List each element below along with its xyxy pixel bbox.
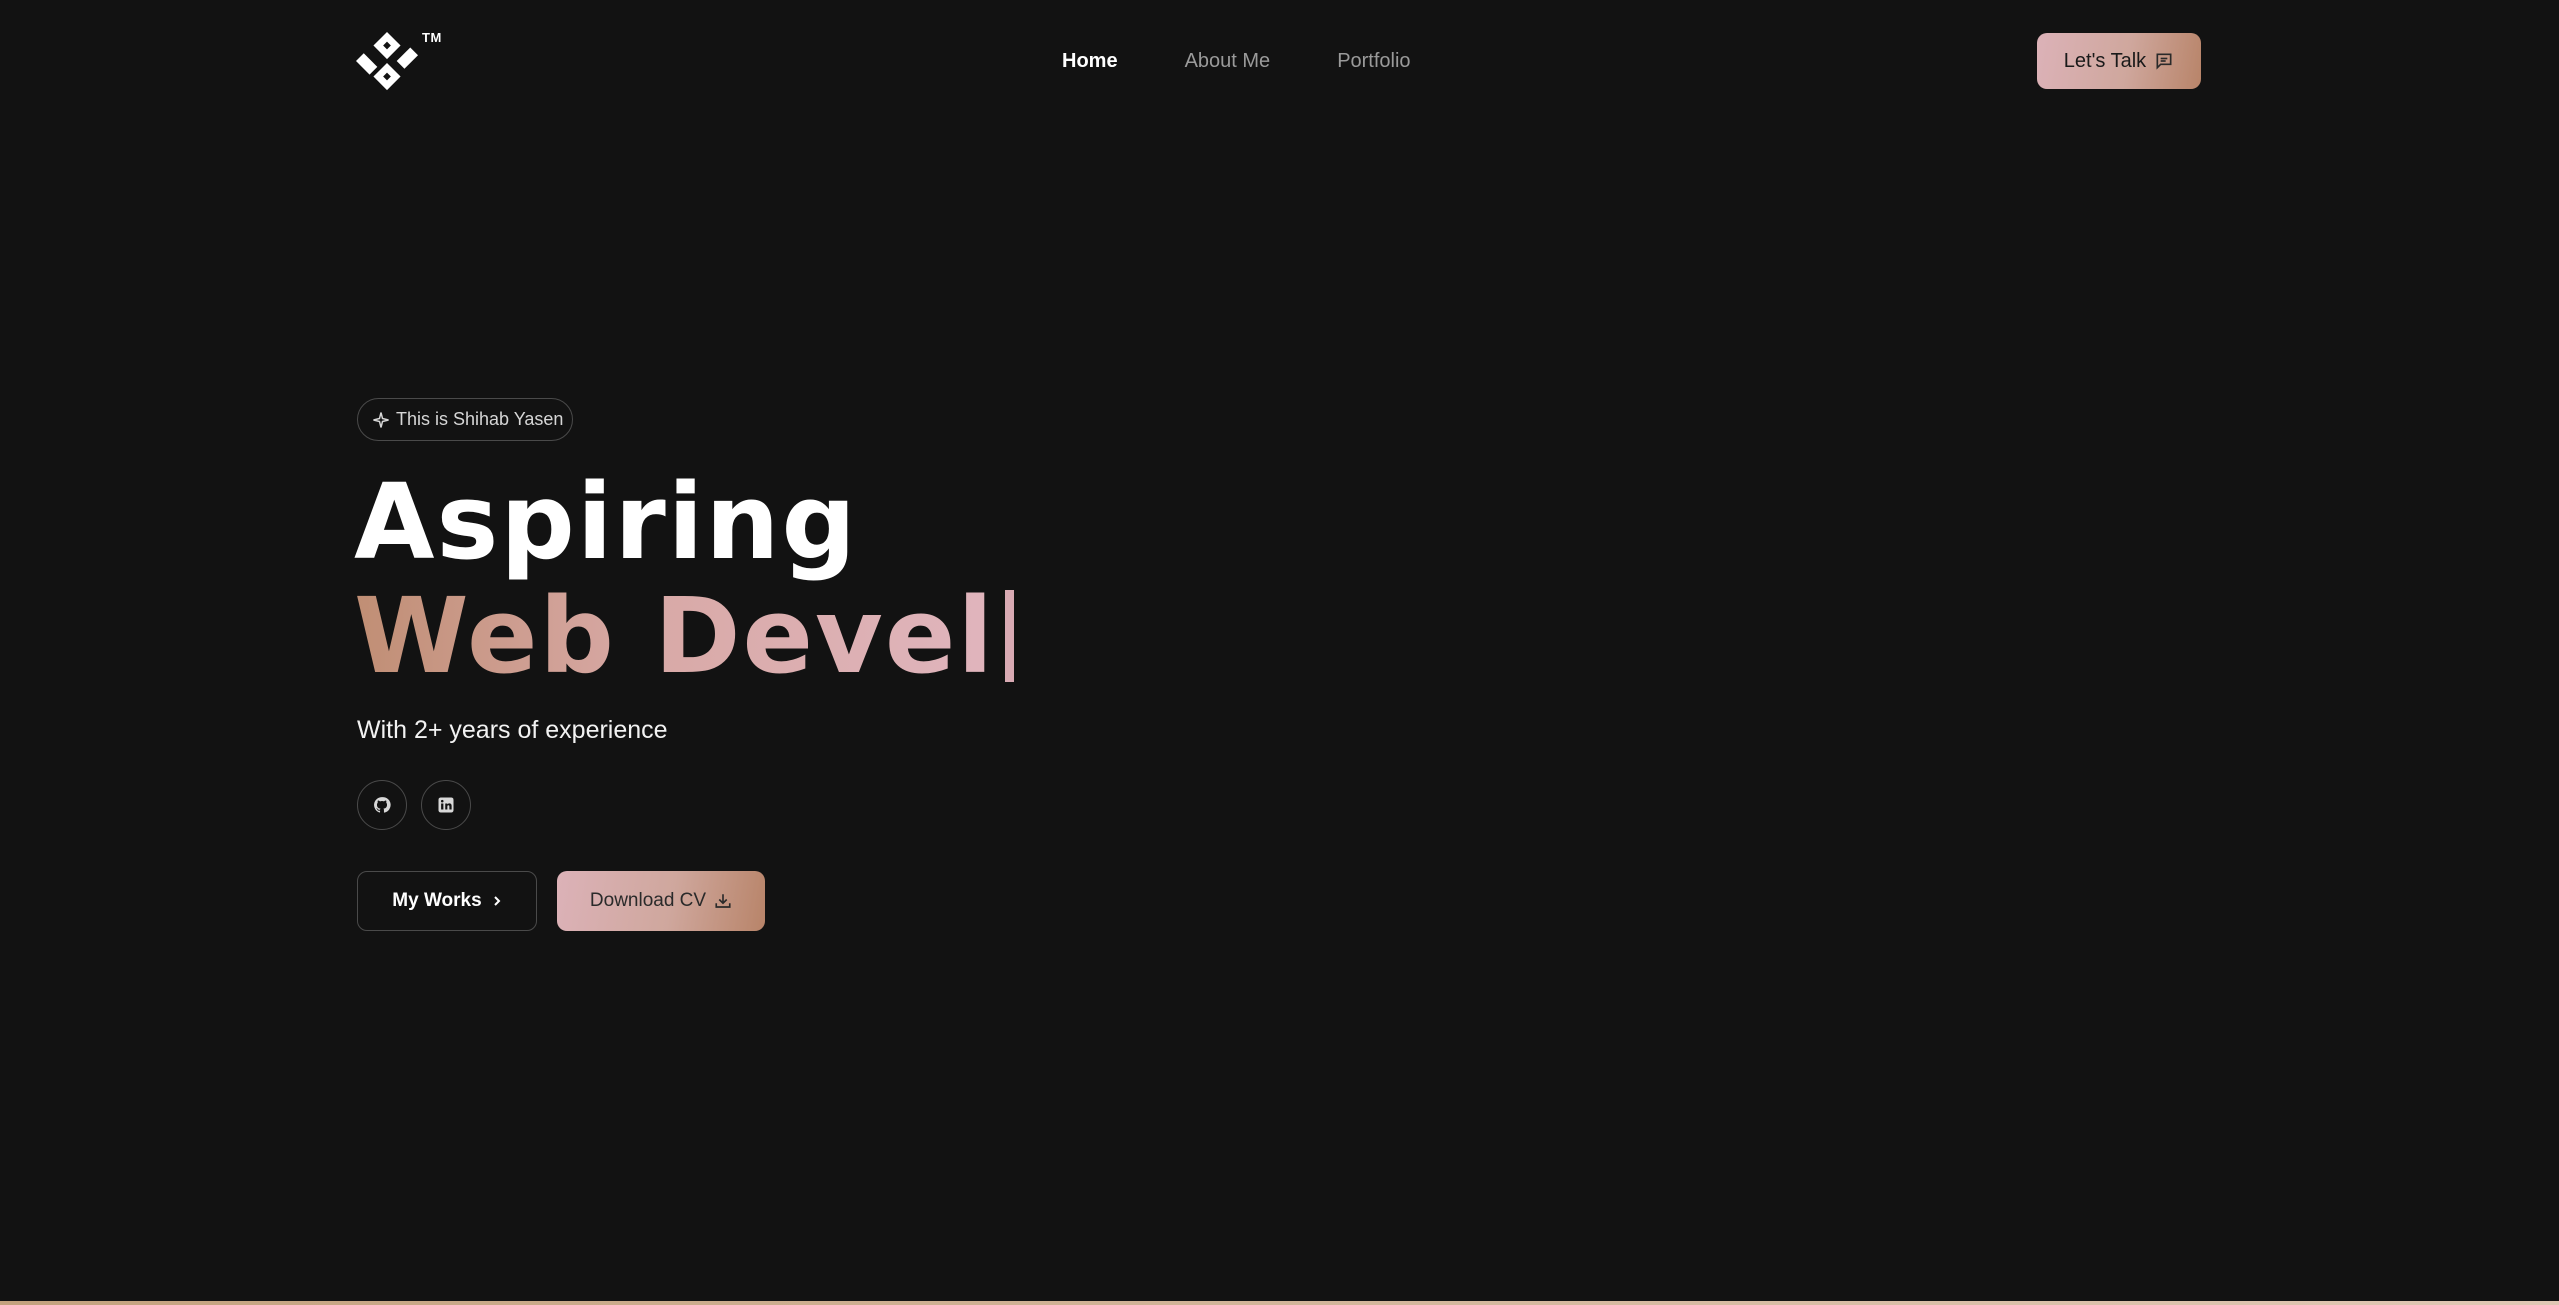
main-nav: Home About Me Portfolio	[1062, 46, 1478, 76]
headline-line-1: Aspiring	[354, 461, 858, 583]
download-cv-button[interactable]: Download CV	[557, 871, 765, 931]
download-icon	[715, 894, 731, 908]
bottom-accent-line	[0, 1301, 2559, 1305]
nav-item-about-me[interactable]: About Me	[1185, 46, 1271, 76]
logo-mark-icon	[356, 31, 418, 91]
nav-item-home[interactable]: Home	[1062, 46, 1118, 76]
chevron-right-icon	[493, 896, 501, 906]
nav-item-portfolio[interactable]: Portfolio	[1337, 46, 1410, 76]
download-cv-label: Download CV	[589, 890, 707, 911]
linkedin-link[interactable]	[421, 780, 471, 830]
intro-badge: This is Shihab Yasen	[357, 398, 573, 441]
typing-cursor	[1005, 590, 1015, 682]
lets-talk-button[interactable]: Let's Talk	[2037, 33, 2201, 89]
trademark-label: TM	[422, 30, 442, 45]
headline-line-2: Web Devel	[354, 575, 1015, 697]
my-works-button[interactable]: My Works	[357, 871, 537, 931]
lets-talk-label: Let's Talk	[2063, 49, 2147, 72]
logo[interactable]: TM	[356, 30, 441, 96]
experience-subline: With 2+ years of experience	[357, 716, 668, 744]
github-icon	[374, 797, 391, 813]
page: TM Home About Me Portfolio Let's Talk Th…	[0, 0, 2559, 1305]
my-works-label: My Works	[392, 890, 482, 911]
github-link[interactable]	[357, 780, 407, 830]
sparkle-icon	[373, 411, 389, 428]
chat-icon	[2156, 53, 2172, 70]
intro-badge-text: This is Shihab Yasen	[396, 409, 564, 429]
linkedin-icon	[438, 797, 454, 813]
typed-role-text: Web Devel	[354, 575, 996, 697]
